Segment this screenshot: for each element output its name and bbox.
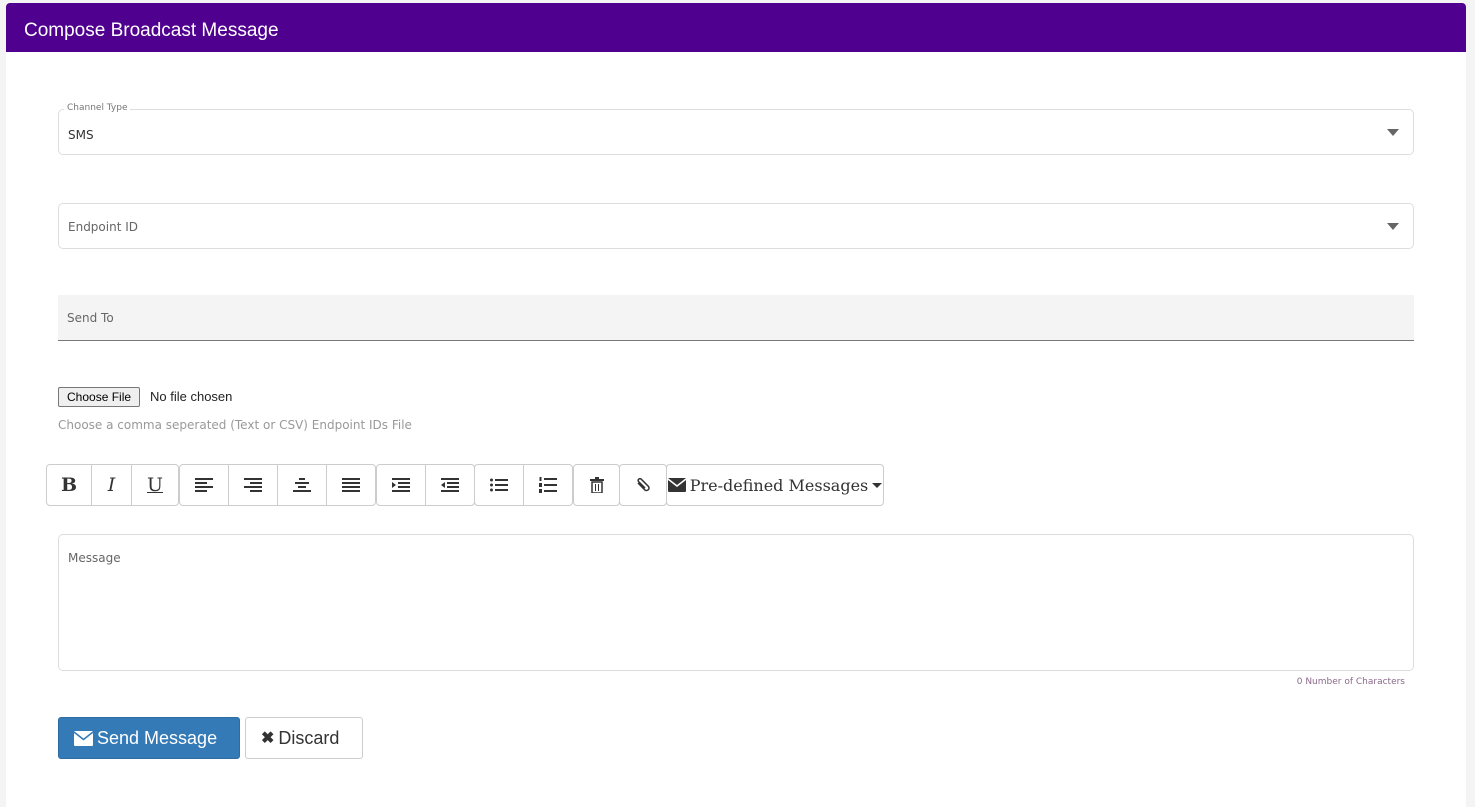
trash-icon: [589, 477, 604, 493]
attach-button[interactable]: [619, 464, 667, 506]
caret-down-icon: [872, 482, 883, 488]
numbered-list-button[interactable]: [523, 464, 573, 506]
send-message-label: Send Message: [97, 727, 218, 748]
align-left-button[interactable]: [179, 464, 229, 506]
italic-button[interactable]: I: [91, 464, 132, 506]
message-placeholder: Message: [68, 551, 121, 565]
file-status: No file chosen: [150, 389, 233, 404]
send-to-placeholder: Send To: [67, 311, 114, 325]
outdent-button[interactable]: [425, 464, 475, 506]
align-center-button[interactable]: [277, 464, 327, 506]
predefined-messages-label: Pre-defined Messages: [689, 475, 869, 495]
underline-button[interactable]: U: [131, 464, 179, 506]
endpoint-id-placeholder: Endpoint ID: [68, 220, 139, 234]
compose-card: Compose Broadcast Message Channel Type S…: [6, 3, 1466, 807]
paperclip-icon: [637, 477, 650, 492]
channel-type-select[interactable]: Channel Type SMS: [58, 103, 1414, 155]
justify-button[interactable]: [326, 464, 376, 506]
align-right-icon: [244, 478, 262, 492]
close-icon: ✖: [261, 730, 275, 747]
send-message-button[interactable]: Send Message: [58, 717, 240, 759]
choose-file-button[interactable]: Choose File: [58, 387, 141, 407]
file-hint: Choose a comma seperated (Text or CSV) E…: [58, 418, 412, 432]
indent-icon: [392, 478, 410, 492]
chevron-down-icon: [1387, 223, 1399, 230]
envelope-icon: [74, 730, 93, 746]
clear-button[interactable]: [573, 464, 620, 506]
character-count: 0 Number of Characters: [1296, 677, 1405, 687]
align-left-icon: [195, 478, 213, 492]
page-title: Compose Broadcast Message: [6, 3, 1466, 52]
indent-button[interactable]: [376, 464, 426, 506]
bullet-list-button[interactable]: [474, 464, 524, 506]
channel-type-label: Channel Type: [64, 103, 131, 113]
send-to-input[interactable]: Send To: [58, 295, 1414, 341]
discard-label: Discard: [278, 727, 340, 748]
message-textarea[interactable]: Message: [58, 534, 1414, 671]
bold-button[interactable]: B: [46, 464, 92, 506]
endpoint-id-select[interactable]: Endpoint ID: [58, 203, 1414, 249]
discard-button[interactable]: ✖ Discard: [245, 717, 363, 759]
align-center-icon: [293, 478, 311, 492]
bullet-list-icon: [490, 478, 508, 492]
outdent-icon: [441, 478, 459, 492]
chevron-down-icon: [1387, 129, 1399, 136]
justify-icon: [342, 478, 360, 492]
predefined-messages-dropdown[interactable]: Pre-defined Messages: [666, 464, 884, 506]
channel-type-value: SMS: [68, 128, 94, 142]
numbered-list-icon: [539, 477, 557, 493]
align-right-button[interactable]: [228, 464, 278, 506]
envelope-icon: [667, 478, 686, 492]
